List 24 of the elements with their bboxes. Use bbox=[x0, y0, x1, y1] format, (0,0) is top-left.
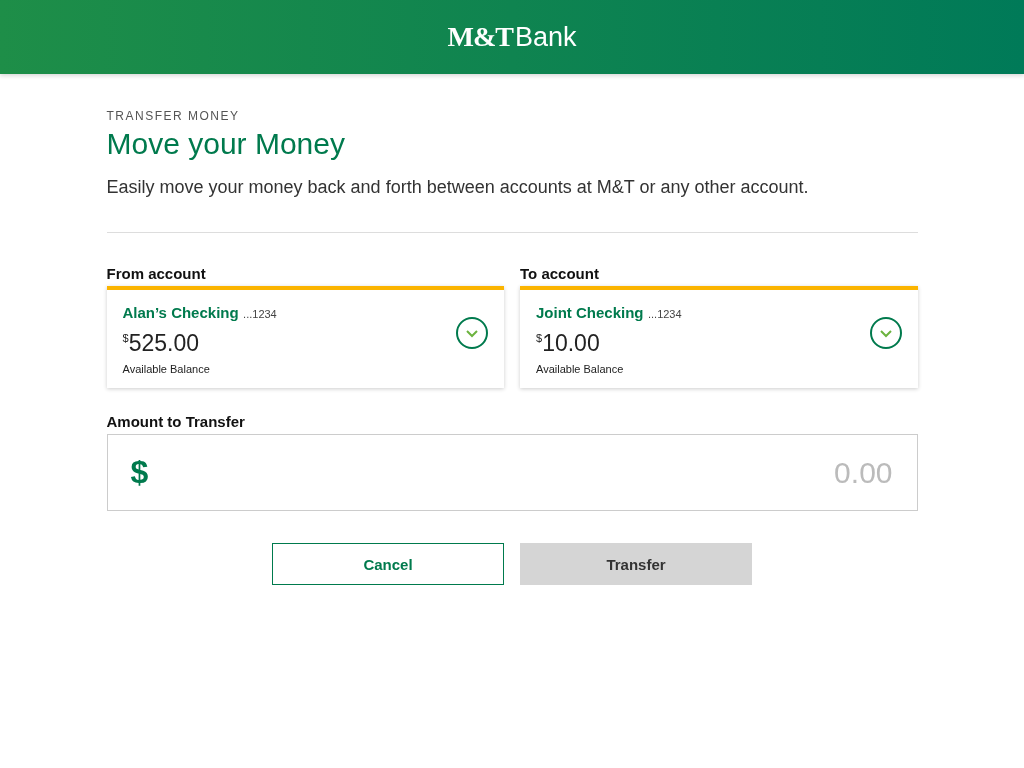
account-name: Alan’s Checking bbox=[122, 304, 239, 321]
account-number: ...1234 bbox=[243, 308, 277, 320]
account-name: Joint Checking bbox=[536, 304, 644, 321]
currency-symbol: $ bbox=[130, 454, 149, 491]
page-title: Move your Money bbox=[106, 127, 346, 161]
account-number: ...1234 bbox=[647, 308, 682, 320]
account-balance: $^{$}$525.00 bbox=[122, 330, 200, 357]
logo-mark: M&T bbox=[447, 21, 513, 53]
balance-label: Available Balance bbox=[122, 363, 211, 375]
dropdown-button[interactable] bbox=[456, 317, 488, 349]
intro-text: Easily move your money back and forth between accounts at M&T or any other account. bbox=[106, 177, 810, 198]
balance-label: Available Balance bbox=[536, 363, 625, 375]
account-label: To account bbox=[520, 265, 600, 282]
amount-label: Amount to Transfer bbox=[106, 413, 246, 430]
dropdown-button[interactable] bbox=[869, 317, 902, 349]
account-card[interactable]: Joint Checking ...1234 $^{$}$10.00 Available Balance bbox=[520, 286, 918, 388]
account-balance: $^{$}$10.00 bbox=[536, 330, 601, 357]
logo-word: Bank bbox=[514, 22, 577, 53]
chevron-down-icon bbox=[465, 328, 479, 338]
section-label: TRANSFER MONEY bbox=[106, 109, 241, 123]
account-card[interactable]: Alan’s Checking ...1234 $^{$}$525.00 Available Balance bbox=[106, 286, 504, 388]
cancel-button[interactable]: Cancel bbox=[272, 543, 504, 585]
chevron-down-icon bbox=[878, 328, 893, 338]
account-label: From account bbox=[106, 265, 207, 282]
